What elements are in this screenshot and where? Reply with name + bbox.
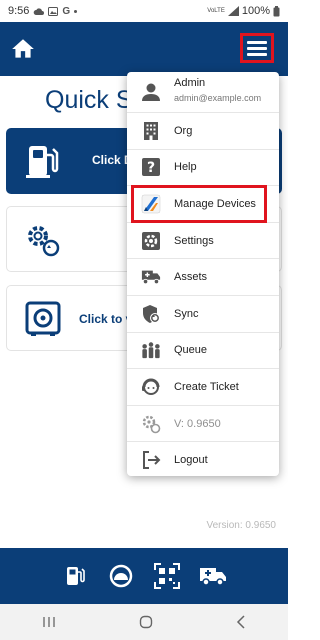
gears-sync-icon [28, 226, 60, 257]
status-bar: 9:56 G VoLTE 100% [0, 0, 288, 22]
home-icon[interactable] [10, 36, 36, 62]
home-nav-icon[interactable] [139, 615, 153, 629]
qr-scan-icon [154, 563, 180, 589]
dot-icon [74, 9, 78, 13]
fuel-pump-icon [67, 567, 85, 585]
gauge-icon [109, 564, 133, 588]
menu-label-org: Org [174, 124, 193, 137]
help-icon: ? [142, 158, 160, 177]
menu-label-version: V: 0.9650 [174, 417, 221, 430]
menu-label-create-ticket: Create Ticket [174, 380, 239, 393]
menu-label-settings: Settings [174, 234, 214, 247]
menu-item-assets[interactable]: Assets [127, 258, 279, 295]
bottom-dashboard-button[interactable] [107, 562, 135, 590]
menu-item-logout[interactable]: Logout [127, 441, 279, 476]
menu-item-queue[interactable]: Queue [127, 331, 279, 369]
person-icon [142, 83, 160, 101]
menu-item-profile[interactable]: Admin admin@example.com [127, 72, 279, 112]
signal-icon [227, 6, 239, 16]
menu-label-manage-devices: Manage Devices [174, 197, 256, 210]
google-icon: G [62, 5, 71, 17]
profile-name: Admin [174, 77, 206, 89]
menu-item-settings[interactable]: Settings [127, 221, 279, 259]
building-icon [144, 121, 158, 140]
logout-icon [143, 451, 161, 470]
version-gears-icon [142, 415, 161, 433]
system-navigation [0, 604, 288, 640]
menu-label-queue: Queue [174, 344, 208, 357]
manage-devices-icon [141, 194, 161, 214]
network-type: VoLTE [207, 8, 225, 14]
version-footer: Version: 0.9650 [206, 520, 277, 531]
fuel-pump-icon [26, 146, 59, 178]
menu-label-sync: Sync [174, 307, 199, 320]
bottom-toolbar [0, 548, 288, 604]
gallery-icon [48, 6, 59, 16]
menu-item-create-ticket[interactable]: Create Ticket [127, 368, 279, 405]
menu-label-assets: Assets [174, 271, 208, 284]
screen: 9:56 G VoLTE 100% Quick S Click Dis Clic… [0, 0, 288, 640]
menu-label-help: Help [174, 161, 197, 174]
recents-icon[interactable] [42, 616, 56, 628]
ambulance-icon [141, 270, 161, 285]
shield-sync-icon [143, 304, 160, 323]
menu-item-manage-devices[interactable]: Manage Devices [127, 185, 279, 222]
dropdown-menu: Admin admin@example.com Org ? Help Manag… [127, 72, 279, 476]
menu-label-logout: Logout [174, 454, 208, 467]
battery-percent: 100% [241, 5, 270, 17]
bottom-fuel-button[interactable] [61, 562, 89, 590]
settings-icon [142, 231, 160, 250]
bottom-qr-button[interactable] [153, 562, 181, 590]
support-agent-icon [142, 378, 160, 395]
menu-item-sync[interactable]: Sync [127, 295, 279, 332]
back-icon[interactable] [236, 615, 246, 629]
battery-icon [273, 5, 280, 16]
page-title: Quick S [45, 86, 133, 114]
status-time: 9:56 [8, 5, 30, 17]
menu-item-version: V: 0.9650 [127, 404, 279, 442]
hamburger-icon [247, 38, 267, 59]
menu-item-help[interactable]: ? Help [127, 148, 279, 186]
safe-icon [25, 301, 61, 336]
svg-text:?: ? [147, 160, 155, 176]
bottom-assets-button[interactable] [199, 562, 227, 590]
queue-people-icon [142, 342, 160, 359]
menu-button[interactable] [240, 33, 274, 63]
menu-item-org[interactable]: Org [127, 112, 279, 149]
ambulance-icon [200, 568, 226, 586]
profile-email: admin@example.com [174, 93, 262, 103]
cloud-icon [34, 8, 45, 15]
